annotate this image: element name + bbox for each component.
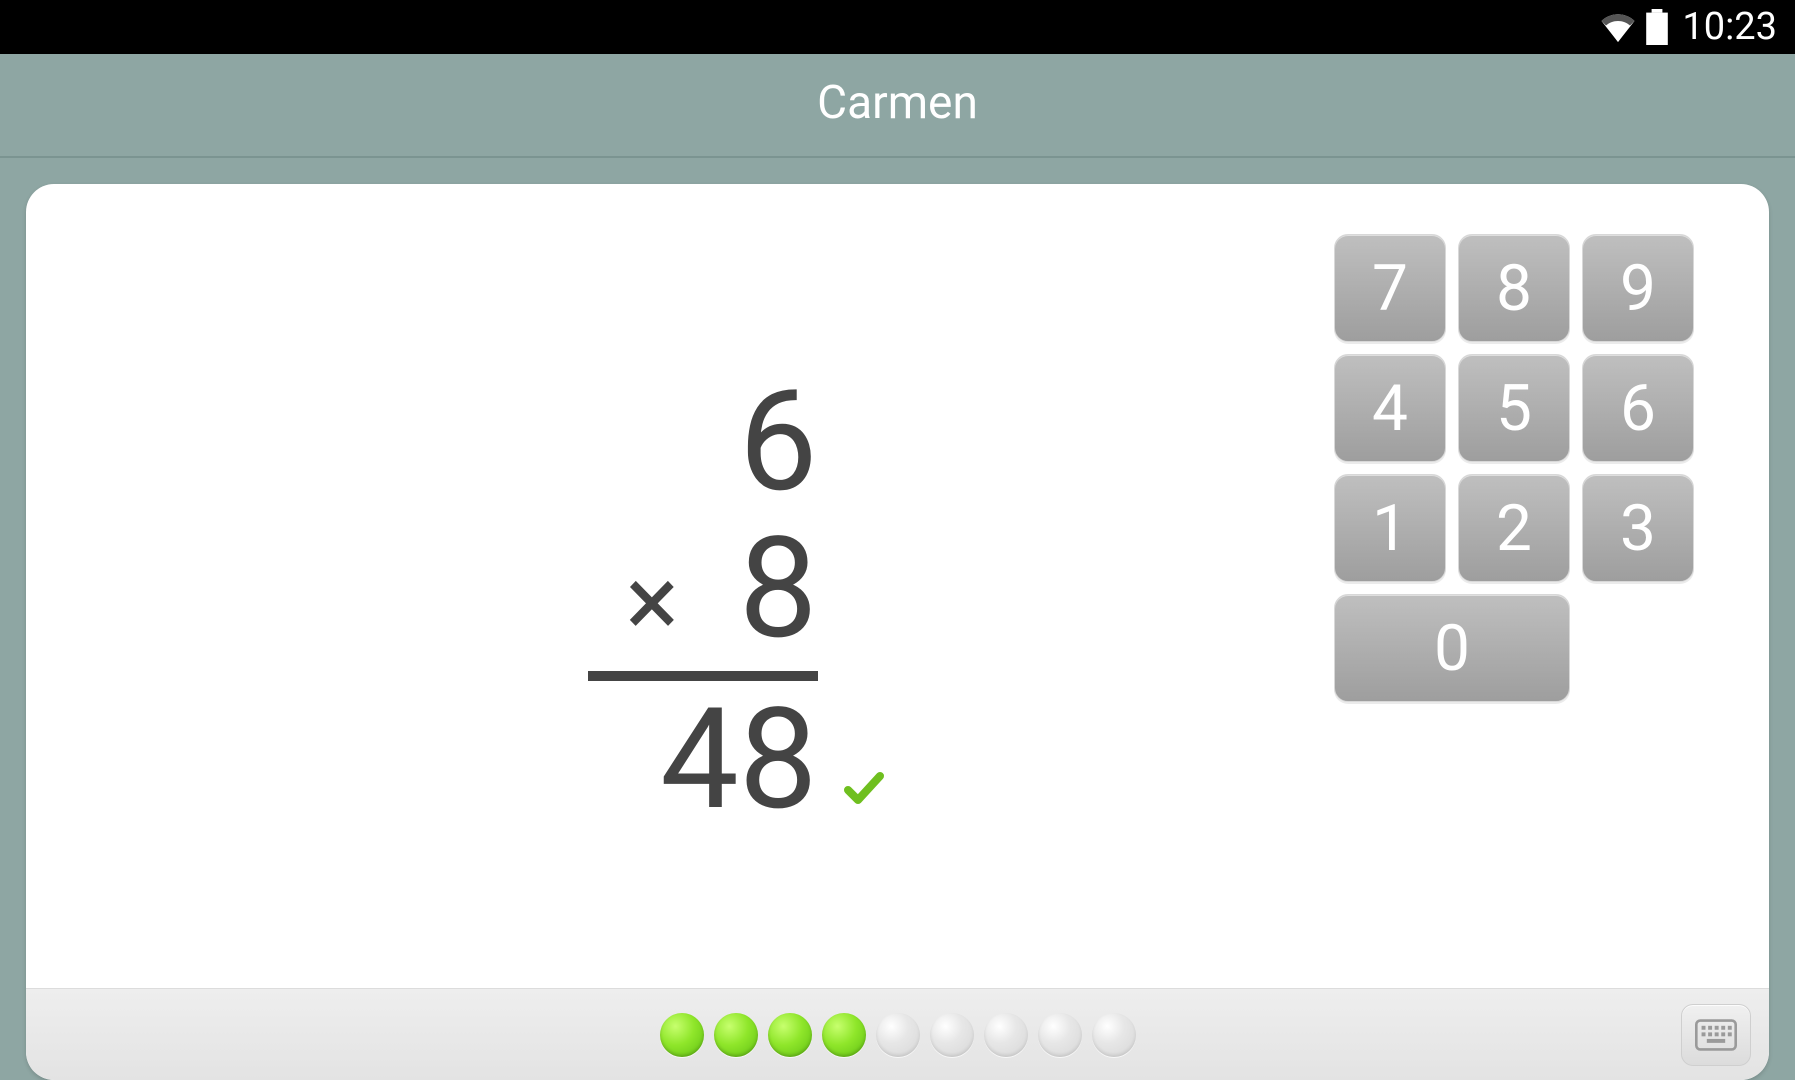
problem-area: 6 × 8 48 bbox=[86, 224, 1319, 978]
operand-1: 6 bbox=[739, 369, 818, 516]
key-7[interactable]: 7 bbox=[1334, 234, 1446, 342]
progress-dot bbox=[984, 1013, 1028, 1057]
card-footer bbox=[26, 988, 1769, 1080]
card-body: 6 × 8 48 7 bbox=[26, 184, 1769, 988]
problem-card: 6 × 8 48 7 bbox=[26, 184, 1769, 1080]
status-bar: 10:23 bbox=[0, 0, 1795, 54]
progress-dot bbox=[660, 1013, 704, 1057]
progress-dots bbox=[660, 1013, 1136, 1057]
page-title: Carmen bbox=[817, 76, 978, 130]
key-1[interactable]: 1 bbox=[1334, 474, 1446, 582]
wifi-icon bbox=[1600, 12, 1636, 42]
keyboard-toggle-button[interactable] bbox=[1681, 1004, 1751, 1066]
key-3[interactable]: 3 bbox=[1582, 474, 1694, 582]
keypad-area: 7 8 9 4 5 6 1 2 3 0 bbox=[1319, 224, 1709, 978]
operator: × bbox=[625, 550, 678, 655]
status-time: 10:23 bbox=[1682, 5, 1777, 49]
key-0[interactable]: 0 bbox=[1334, 594, 1570, 702]
answer-value: 48 bbox=[660, 687, 817, 834]
progress-dot bbox=[714, 1013, 758, 1057]
status-icons bbox=[1600, 9, 1668, 45]
key-4[interactable]: 4 bbox=[1334, 354, 1446, 462]
keyboard-icon bbox=[1695, 1019, 1737, 1051]
key-2[interactable]: 2 bbox=[1458, 474, 1570, 582]
battery-icon bbox=[1646, 9, 1668, 45]
operand-2: 8 bbox=[739, 516, 818, 663]
progress-dot bbox=[1038, 1013, 1082, 1057]
checkmark-icon bbox=[840, 764, 888, 812]
stage: 6 × 8 48 7 bbox=[0, 158, 1795, 1080]
key-9[interactable]: 9 bbox=[1582, 234, 1694, 342]
numeric-keypad: 7 8 9 4 5 6 1 2 3 0 bbox=[1334, 234, 1694, 702]
progress-dot bbox=[1092, 1013, 1136, 1057]
progress-dot bbox=[822, 1013, 866, 1057]
key-6[interactable]: 6 bbox=[1582, 354, 1694, 462]
key-8[interactable]: 8 bbox=[1458, 234, 1570, 342]
app-header: Carmen bbox=[0, 54, 1795, 158]
multiplication-problem: 6 × 8 48 bbox=[588, 369, 818, 834]
key-5[interactable]: 5 bbox=[1458, 354, 1570, 462]
progress-dot bbox=[768, 1013, 812, 1057]
progress-dot bbox=[930, 1013, 974, 1057]
progress-dot bbox=[876, 1013, 920, 1057]
